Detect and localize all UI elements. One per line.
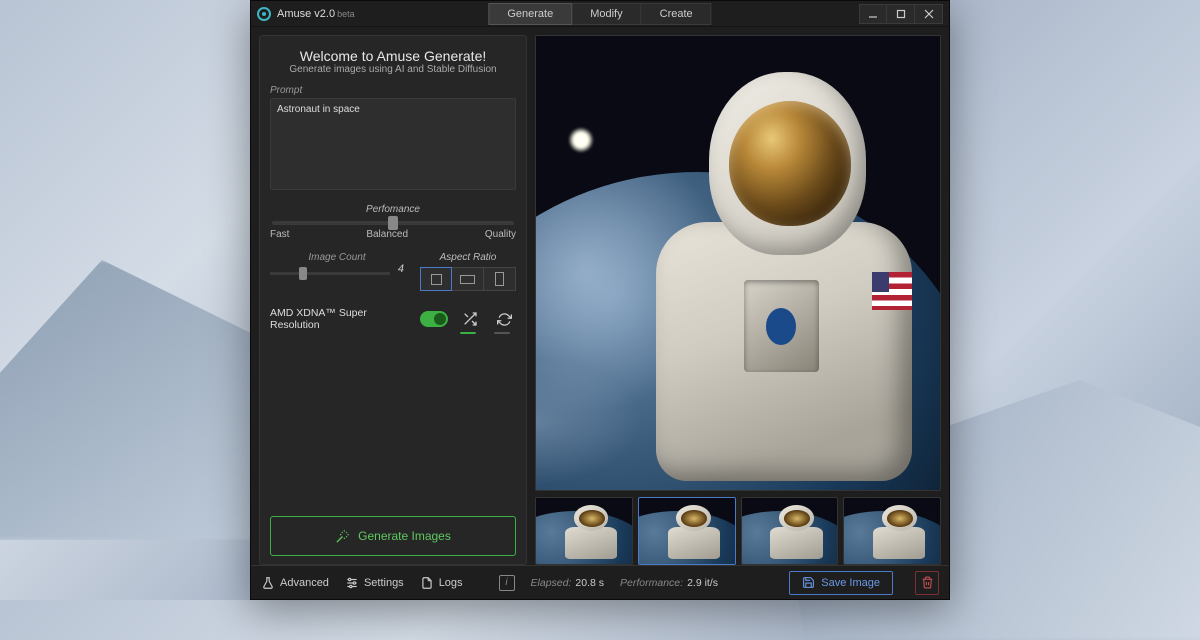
perf-balanced-label: Balanced [366,229,408,240]
trash-icon [921,576,934,589]
delete-button[interactable] [915,571,939,595]
performance-stat-label: Performance: [620,577,683,589]
sliders-icon [345,576,359,590]
elapsed-value: 20.8 s [575,577,604,589]
info-icon[interactable]: i [499,575,515,591]
titlebar: Amuse v2.0 beta Generate Modify Create [251,1,949,27]
wand-icon [335,529,350,544]
logs-icon [420,576,434,590]
preview-image[interactable] [535,35,941,491]
perf-quality-label: Quality [485,229,516,240]
performance-slider[interactable] [272,221,514,225]
generated-image [536,36,940,490]
aspect-portrait-button[interactable] [484,267,516,291]
thumbnail[interactable] [741,497,839,565]
landscape-icon [460,275,475,284]
slider-thumb[interactable] [299,267,307,280]
app-badge: beta [337,9,355,19]
aspect-landscape-button[interactable] [452,267,484,291]
thumbnail[interactable] [638,497,736,565]
portrait-icon [495,272,504,286]
footer-bar: Advanced Settings Logs i Elapsed: 20.8 s… [251,565,949,599]
performance-ticks: Fast Balanced Quality [270,229,516,240]
tab-create[interactable]: Create [642,3,712,25]
app-window: Amuse v2.0 beta Generate Modify Create W… [250,0,950,600]
app-logo-icon [257,7,271,21]
tab-modify[interactable]: Modify [572,3,641,25]
square-icon [431,274,442,285]
flask-icon [261,576,275,590]
save-image-button[interactable]: Save Image [789,571,893,595]
xdna-label: AMD XDNA™ Super Resolution [270,307,410,331]
performance-label: Perfomance [270,204,516,215]
image-count-value: 4 [398,263,404,275]
elapsed-label: Elapsed: [531,577,572,589]
tab-generate[interactable]: Generate [488,3,572,25]
performance-stat-value: 2.9 it/s [687,577,718,589]
perf-fast-label: Fast [270,229,289,240]
image-count-label: Image Count [270,252,404,263]
shuffle-indicator [460,332,476,334]
xdna-toggle[interactable] [420,311,448,327]
save-icon [802,576,815,589]
logs-button[interactable]: Logs [420,576,463,590]
shuffle-icon [462,311,478,327]
logs-label: Logs [439,577,463,589]
shuffle-button[interactable] [458,307,482,331]
aspect-square-button[interactable] [420,267,452,291]
settings-label: Settings [364,577,404,589]
thumbnail-strip [535,497,941,565]
preview-panel [535,35,941,565]
image-count-slider[interactable] [270,272,390,275]
thumbnail[interactable] [535,497,633,565]
prompt-label: Prompt [270,85,516,96]
minimize-button[interactable] [859,4,887,24]
advanced-label: Advanced [280,577,329,589]
mode-tabs: Generate Modify Create [488,3,711,25]
settings-button[interactable]: Settings [345,576,404,590]
save-label: Save Image [821,577,880,589]
thumbnail[interactable] [843,497,941,565]
refresh-indicator [494,332,510,334]
maximize-button[interactable] [887,4,915,24]
generate-button[interactable]: Generate Images [270,516,516,556]
controls-panel: Welcome to Amuse Generate! Generate imag… [259,35,527,565]
aspect-ratio-group [420,267,516,291]
close-button[interactable] [915,4,943,24]
refresh-icon [497,312,512,327]
generate-button-label: Generate Images [358,529,451,543]
advanced-button[interactable]: Advanced [261,576,329,590]
welcome-title: Welcome to Amuse Generate! [270,48,516,64]
aspect-ratio-label: Aspect Ratio [420,252,516,263]
refresh-button[interactable] [492,307,516,331]
prompt-input[interactable] [270,98,516,190]
welcome-subtitle: Generate images using AI and Stable Diff… [270,64,516,75]
app-title: Amuse v2.0 [277,8,335,20]
slider-thumb[interactable] [388,216,398,230]
window-controls [859,4,943,24]
